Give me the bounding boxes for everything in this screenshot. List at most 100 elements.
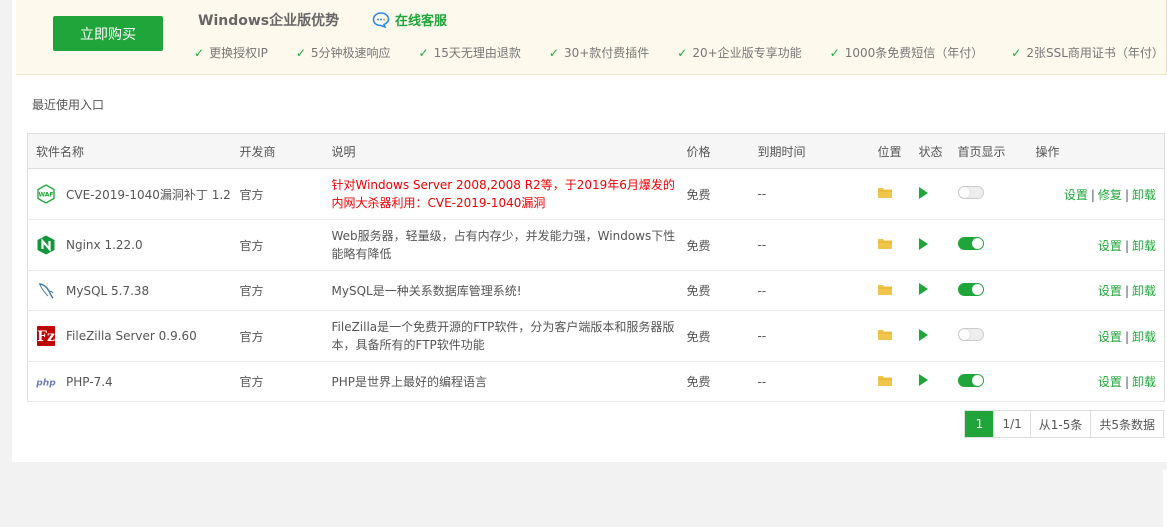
folder-icon[interactable]: [869, 219, 911, 271]
folder-icon[interactable]: [869, 361, 911, 402]
home-display-cell: [949, 361, 1028, 402]
description: PHP是世界上最好的编程语言: [323, 361, 679, 402]
online-service-label: 在线客服: [395, 14, 448, 29]
home-display-cell: [949, 168, 1028, 220]
feature-item: ✓ 20+企业版专享功能: [677, 44, 801, 61]
home-display-cell: [949, 219, 1028, 271]
chat-bubble-icon: [372, 11, 390, 28]
feature-item: ✓ 1000条免费短信（年付）: [830, 44, 984, 61]
page-current[interactable]: 1: [965, 411, 994, 437]
name-cell: php PHP-7.4: [27, 361, 232, 402]
feature-label: 1000条免费短信（年付）: [844, 46, 984, 60]
check-icon: ✓: [829, 45, 840, 60]
feature-label: 5分钟极速响应: [310, 46, 391, 60]
description: FileZilla是一个免费开源的FTP软件，分为客户端版本和服务器版本，具备所…: [323, 310, 679, 362]
nginx-icon: [36, 235, 56, 255]
home-display-cell: [949, 310, 1028, 362]
play-icon[interactable]: [918, 186, 928, 199]
settings-link[interactable]: 设置: [1098, 375, 1122, 389]
name-cell: MySQL 5.7.38: [27, 270, 232, 311]
check-icon: ✓: [194, 45, 205, 60]
expire-time: --: [749, 310, 870, 362]
developer: 官方: [231, 310, 324, 362]
uninstall-link[interactable]: 卸载: [1132, 284, 1156, 298]
play-icon[interactable]: [918, 237, 928, 250]
play-icon[interactable]: [918, 283, 928, 295]
home-display-toggle[interactable]: [957, 373, 984, 387]
feature-item: ✓ 15天无理由退款: [419, 44, 521, 61]
developer: 官方: [231, 219, 324, 271]
buy-now-button[interactable]: 立即购买: [53, 16, 163, 51]
repair-link[interactable]: 修复: [1098, 188, 1122, 202]
feature-item: ✓ 5分钟极速响应: [296, 44, 391, 61]
status-cell: [910, 168, 950, 220]
pagination: 1 1/1 从1-5条 共5条数据: [964, 410, 1164, 438]
feature-item: ✓ 2张SSL商用证书（年付）: [1011, 44, 1164, 61]
col-status: 状态: [910, 133, 950, 169]
folder-icon[interactable]: [869, 310, 911, 362]
feature-label: 15天无理由退款: [433, 46, 521, 60]
folder-icon[interactable]: [869, 270, 911, 311]
price: 免费: [678, 361, 750, 402]
status-cell: [910, 361, 950, 402]
uninstall-link[interactable]: 卸载: [1132, 330, 1156, 344]
page-total: 共5条数据: [1090, 411, 1163, 437]
col-price: 价格: [678, 133, 750, 169]
uninstall-link[interactable]: 卸载: [1132, 188, 1156, 202]
col-desc: 说明: [323, 133, 679, 169]
home-display-toggle[interactable]: [957, 282, 984, 296]
play-icon[interactable]: [918, 374, 928, 386]
feature-item: ✓ 更换授权IP: [194, 44, 268, 61]
col-expire: 到期时间: [749, 133, 870, 169]
home-display-toggle[interactable]: [957, 186, 984, 199]
feature-label: 20+企业版专享功能: [692, 46, 802, 60]
col-ops: 操作: [1027, 133, 1165, 169]
page-range: 从1-5条: [1029, 411, 1091, 437]
expire-time: --: [749, 219, 870, 271]
ops-cell: 设置 | 卸载: [1027, 361, 1165, 402]
developer: 官方: [231, 168, 324, 220]
ops-cell: 设置 | 修复 | 卸载: [1027, 168, 1165, 220]
col-developer: 开发商: [231, 133, 324, 169]
settings-link[interactable]: 设置: [1098, 330, 1122, 344]
price: 免费: [678, 310, 750, 362]
name-cell: Nginx 1.22.0: [27, 219, 232, 271]
svg-text:Fz: Fz: [37, 329, 55, 345]
table-row: php PHP-7.4 官方 PHP是世界上最好的编程语言 免费 -- 设置 | 卸…: [27, 361, 1165, 402]
uninstall-link[interactable]: 卸载: [1132, 375, 1156, 389]
developer: 官方: [231, 270, 324, 311]
description: 针对Windows Server 2008,2008 R2等，于2019年6月爆…: [323, 168, 679, 220]
col-home: 首页显示: [949, 133, 1028, 169]
feature-item: ✓ 30+款付费插件: [549, 44, 649, 61]
feature-label: 2张SSL商用证书（年付）: [1026, 46, 1164, 60]
status-cell: [910, 219, 950, 271]
uninstall-link[interactable]: 卸载: [1132, 239, 1156, 253]
settings-link[interactable]: 设置: [1098, 284, 1122, 298]
check-icon: ✓: [548, 45, 559, 60]
software-name: PHP-7.4: [66, 374, 113, 389]
waf-icon: WAF: [36, 184, 56, 204]
online-service-link[interactable]: 在线客服: [372, 10, 447, 29]
price: 免费: [678, 270, 750, 311]
home-display-toggle[interactable]: [957, 237, 984, 250]
svg-text:php: php: [36, 378, 56, 387]
settings-link[interactable]: 设置: [1098, 239, 1122, 253]
developer: 官方: [231, 361, 324, 402]
home-display-toggle[interactable]: [957, 328, 984, 341]
description: MySQL是一种关系数据库管理系统!: [323, 270, 679, 311]
play-icon[interactable]: [918, 328, 928, 341]
enterprise-promo-banner: [16, 0, 1167, 75]
feature-list: ✓ 更换授权IP ✓ 5分钟极速响应 ✓ 15天无理由退款 ✓ 30+款付费插件 ✓ 20…: [194, 44, 1164, 61]
svg-text:WAF: WAF: [38, 192, 53, 199]
software-name: Nginx 1.22.0: [66, 238, 143, 252]
expire-time: --: [749, 270, 870, 311]
col-location: 位置: [869, 133, 911, 169]
table-header-row: 软件名称 开发商 说明 价格 到期时间 位置 状态 首页显示 操作: [27, 133, 1165, 169]
name-cell: Fz FileZilla Server 0.9.60: [27, 310, 232, 362]
page-count: 1/1: [993, 411, 1029, 437]
col-name: 软件名称: [27, 133, 232, 169]
check-icon: ✓: [1011, 45, 1022, 60]
software-table: 软件名称 开发商 说明 价格 到期时间 位置 状态 首页显示 操作 WAF CV…: [27, 133, 1165, 402]
settings-link[interactable]: 设置: [1064, 188, 1088, 202]
folder-icon[interactable]: [869, 168, 911, 220]
